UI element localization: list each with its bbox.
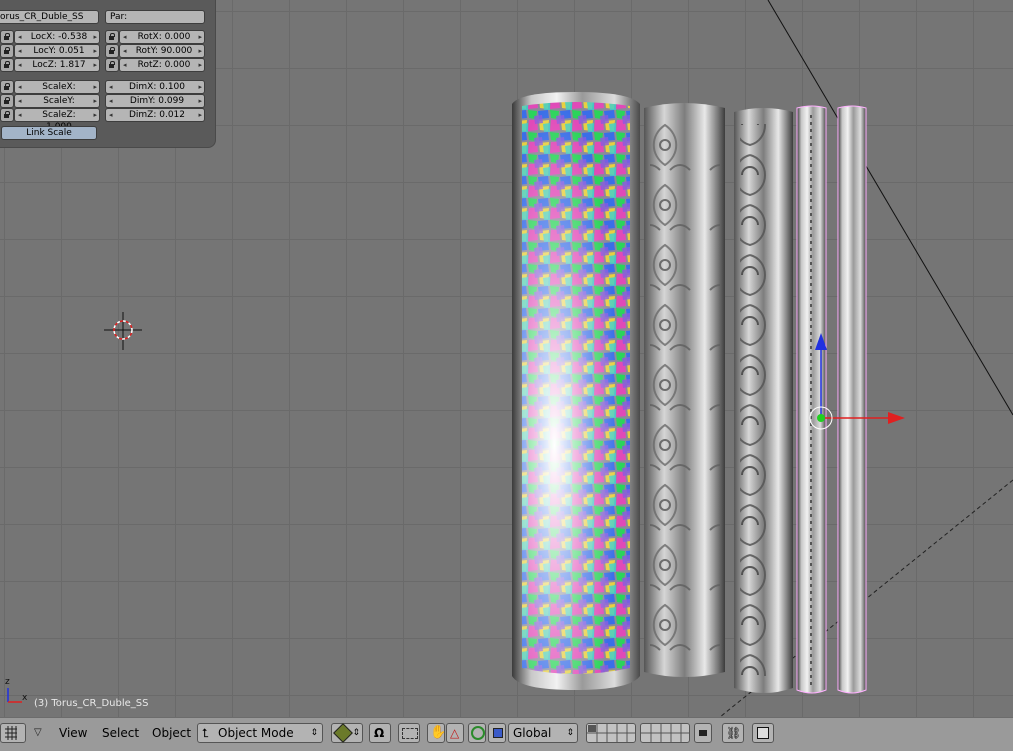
scalez-field[interactable]: ◂ScaleZ: 1.000▸ [14,108,100,132]
locz-field[interactable]: ◂ LocZ: 1.817 ▸ [14,58,100,72]
parent-field[interactable]: Par: [105,10,205,24]
lock-icon[interactable] [0,94,14,108]
locx-field[interactable]: ◂ LocX: -0.538 ▸ [14,30,100,44]
chain-icon: ⛓ [726,726,742,740]
roty-field[interactable]: ◂ RotY: 90.000 ▸ [119,44,205,58]
lock-icon[interactable] [105,58,119,72]
dotted-box-icon [402,728,418,739]
layer-buttons-2[interactable] [640,723,690,743]
menu-object[interactable]: Object [152,726,191,740]
updown-arrows-icon: ⇕ [566,728,574,738]
object-name-field[interactable]: orus_CR_Duble_SS [0,10,99,24]
image-icon [757,727,769,739]
shaded-cube-icon [333,723,353,743]
scalex-field[interactable]: ◂ScaleX: 1.000▸ [14,80,100,104]
editor-type-button[interactable] [0,723,26,743]
link-scale-button[interactable]: Link Scale [1,126,97,140]
lock-icon [699,730,707,736]
lock-icon[interactable] [0,44,14,58]
scaley-field[interactable]: ◂ScaleY: 1.000▸ [14,94,100,118]
mode-select[interactable]: ⮤ Object Mode ⇕ [197,723,323,743]
3d-viewport[interactable]: z x (3) Torus_CR_Duble_SS orus_CR_Duble_… [0,0,1013,717]
locy-field[interactable]: ◂ LocY: 0.051 ▸ [14,44,100,58]
dimx-field[interactable]: ◂ DimX: 0.100 ▸ [105,80,205,94]
updown-arrows-icon: ⇕ [310,728,318,738]
draw-type-select[interactable]: ⇕ [331,723,363,743]
square-icon [493,728,503,738]
pivot-icon: Ω [374,726,385,740]
axis-z-label: z [5,677,10,687]
lock-icon[interactable] [105,44,119,58]
object-mode-icon: ⮤ [202,726,210,740]
axis-widget [7,688,22,703]
ring-icon [471,726,485,740]
mosaic-ring [512,92,640,690]
scale-manipulator[interactable] [488,723,506,743]
hand-icon: ✋ [430,725,447,740]
menu-view[interactable]: View [59,726,87,740]
lock-icon[interactable] [0,108,14,122]
translate-manipulator[interactable]: △ [446,723,464,743]
dimz-field[interactable]: ◂ DimZ: 0.012 ▸ [105,108,205,122]
active-object-status: (3) Torus_CR_Duble_SS [34,698,149,709]
lock-icon[interactable] [0,58,14,72]
orientation-select[interactable]: Global ⇕ [508,723,578,743]
3d-cursor [104,312,142,350]
rotate-manipulator[interactable] [468,723,486,743]
menu-select[interactable]: Select [102,726,139,740]
axis-x-label: x [22,693,28,703]
dimy-field[interactable]: ◂ DimY: 0.099 ▸ [105,94,205,108]
snap-button[interactable] [398,723,420,743]
viewport-header: ▽ View Select Object ⮤ Object Mode ⇕ ⇕ Ω… [0,717,1013,751]
layers-icon [587,724,635,742]
layer-buttons-1[interactable] [586,723,636,743]
grid-icon [5,726,17,740]
link-button[interactable]: ⛓ [722,723,744,743]
manipulator-toggle[interactable]: ✋ [427,723,447,743]
ornament-ring [644,103,725,677]
lock-icon[interactable] [105,30,119,44]
collapse-triangle-icon[interactable]: ▽ [34,727,42,738]
plain-ring [837,105,867,694]
lock-icon[interactable] [0,80,14,94]
layers-icon [641,724,689,742]
pivot-select[interactable]: Ω [369,723,391,743]
triangle-icon: △ [450,726,460,740]
transform-properties-panel: orus_CR_Duble_SS Par: ◂ LocX: -0.538 ▸ ◂ Lo… [0,0,216,148]
updown-arrows-icon: ⇕ [352,728,360,738]
rotx-field[interactable]: ◂ RotX: 0.000 ▸ [119,30,205,44]
layer-lock-button[interactable] [694,723,712,743]
render-button[interactable] [752,723,774,743]
scroll-ring [734,108,793,693]
lock-icon[interactable] [0,30,14,44]
rotz-field[interactable]: ◂ RotZ: 0.000 ▸ [119,58,205,72]
